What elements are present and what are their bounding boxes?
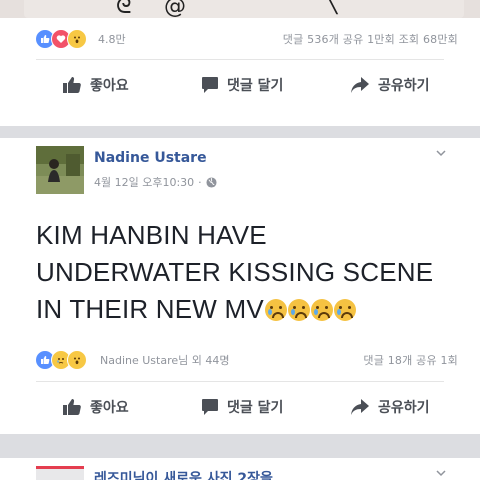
- reactions-summary[interactable]: 4.8만 댓글 536개 공유 1만회 조회 68만회: [0, 22, 480, 56]
- author-avatar[interactable]: [36, 146, 84, 194]
- thumbs-up-icon: [63, 399, 81, 415]
- share-button[interactable]: 공유하기: [350, 75, 430, 95]
- next-post-author[interactable]: 레즈미님이 새로운 사진 2장을: [94, 468, 273, 480]
- action-bar: 좋아요 댓글 달기 공유하기: [0, 384, 480, 430]
- previous-post-image[interactable]: ᘓ @ ╲: [0, 0, 480, 18]
- feed-post: Nadine Ustare 4월 12일 오후10:30 · KIM HANBI…: [0, 138, 480, 434]
- divider: [36, 59, 444, 60]
- image-doodle: ᘓ: [116, 0, 132, 18]
- chevron-down-icon[interactable]: [436, 468, 446, 478]
- image-doodle: @: [164, 0, 186, 18]
- meta-separator: ·: [198, 175, 202, 189]
- comment-label: 댓글 달기: [227, 78, 284, 94]
- feed-separator: [0, 126, 480, 138]
- like-label: 좋아요: [90, 78, 129, 94]
- previous-post-footer: 4.8만 댓글 536개 공유 1만회 조회 68만회 좋아요 댓글 달기 공유…: [0, 18, 480, 126]
- post-text-line: UNDERWATER KISSING SCENE: [36, 257, 434, 287]
- reactions-summary[interactable]: Nadine Ustare님 외 44명 댓글 18개 공유 1회: [0, 343, 480, 377]
- like-button[interactable]: 좋아요: [62, 397, 129, 417]
- post-text-line-with-emoji: IN THEIR NEW MV: [36, 291, 456, 328]
- post-text-line: IN THEIR NEW MV: [36, 294, 264, 324]
- reaction-count[interactable]: 4.8만: [98, 31, 126, 47]
- reaction-summary-text[interactable]: Nadine Ustare님 외 44명: [100, 352, 229, 368]
- comment-button[interactable]: 댓글 달기: [201, 75, 283, 95]
- image-doodle: ╲: [324, 0, 338, 15]
- post-meta: 4월 12일 오후10:30 ·: [94, 174, 217, 190]
- speech-bubble-icon: [202, 399, 218, 415]
- reaction-icons: [35, 29, 87, 49]
- comment-button[interactable]: 댓글 달기: [201, 397, 283, 417]
- next-post-avatar[interactable]: [36, 466, 84, 480]
- post-timestamp[interactable]: 4월 12일 오후10:30: [94, 174, 194, 190]
- crying-face-emoji-icon: [333, 299, 356, 321]
- post-body: KIM HANBIN HAVE UNDERWATER KISSING SCENE…: [36, 217, 456, 328]
- post-text-line: KIM HANBIN HAVE: [36, 220, 267, 250]
- post-stats[interactable]: 댓글 536개 공유 1만회 조회 68만회: [283, 31, 458, 47]
- share-button[interactable]: 공유하기: [350, 397, 430, 417]
- wow-reaction-icon: [67, 350, 87, 370]
- next-post-peek: 레즈미님이 새로운 사진 2장을: [0, 458, 480, 480]
- chevron-down-icon[interactable]: [436, 148, 446, 158]
- share-label: 공유하기: [378, 400, 430, 416]
- crying-face-emoji-icon: [264, 299, 287, 321]
- comment-label: 댓글 달기: [227, 400, 284, 416]
- thumbs-up-icon: [63, 77, 81, 93]
- wow-reaction-icon: [67, 29, 87, 49]
- like-label: 좋아요: [90, 400, 129, 416]
- reaction-icons: [35, 350, 87, 370]
- feed-separator: [0, 434, 480, 458]
- author-name[interactable]: Nadine Ustare: [94, 150, 207, 166]
- previous-post-photo[interactable]: ᘓ @ ╲: [24, 0, 464, 18]
- crying-face-emoji-icon: [310, 299, 333, 321]
- divider: [36, 381, 444, 382]
- crying-face-emoji-icon: [287, 299, 310, 321]
- speech-bubble-icon: [202, 77, 218, 93]
- like-button[interactable]: 좋아요: [62, 75, 129, 95]
- post-stats[interactable]: 댓글 18개 공유 1회: [363, 352, 458, 368]
- share-arrow-icon: [351, 77, 369, 93]
- action-bar: 좋아요 댓글 달기 공유하기: [0, 62, 480, 108]
- share-label: 공유하기: [378, 78, 430, 94]
- globe-icon[interactable]: [206, 176, 217, 188]
- share-arrow-icon: [351, 399, 369, 415]
